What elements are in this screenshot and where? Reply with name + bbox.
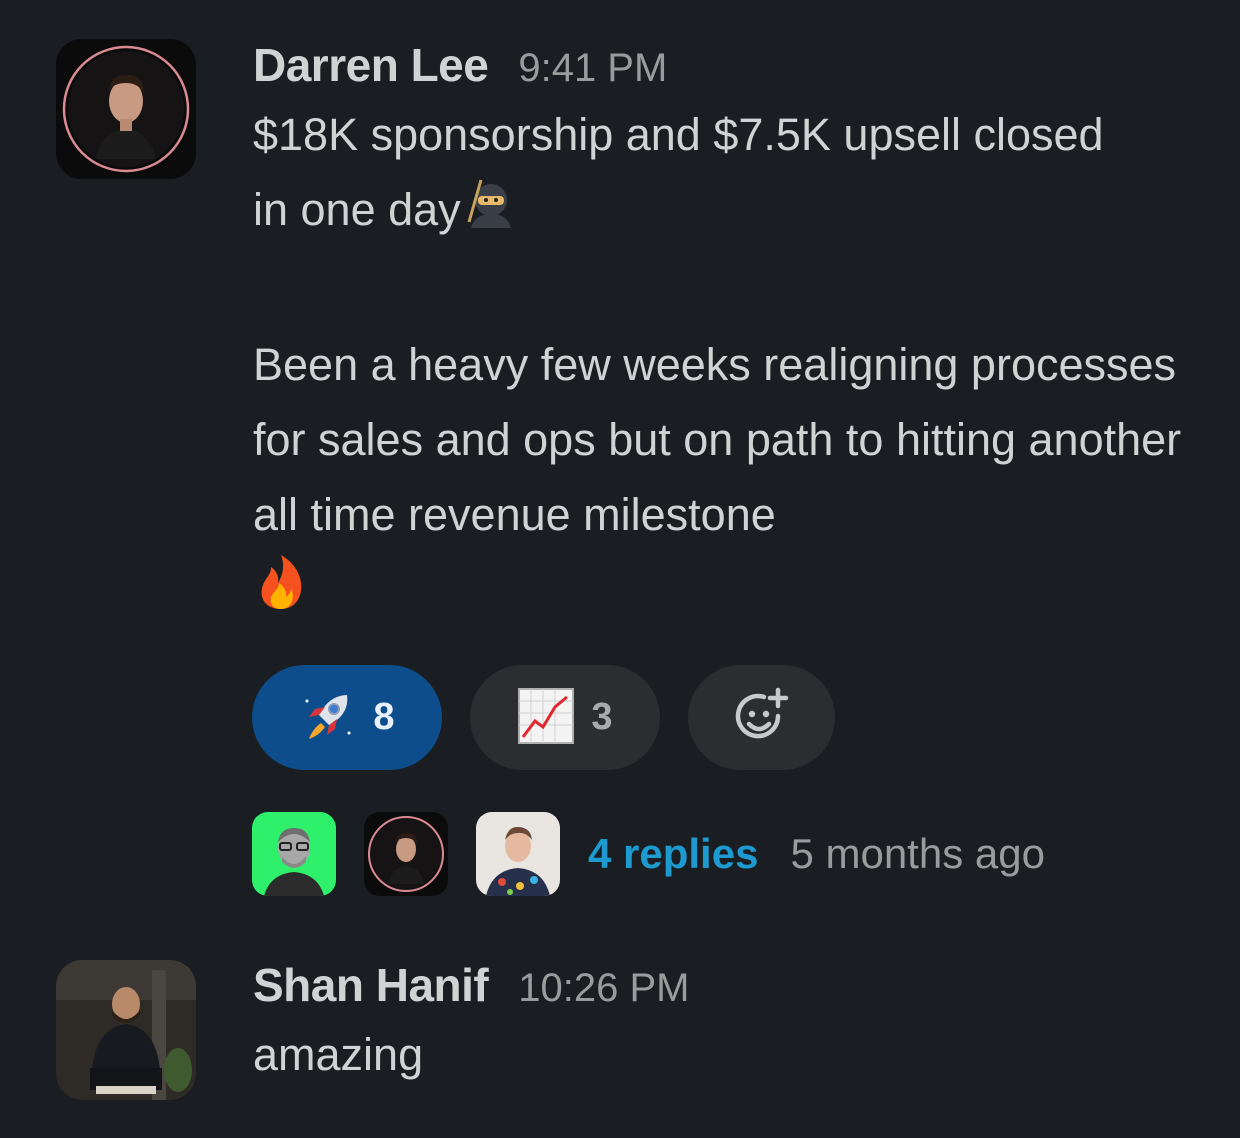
message-line: $18K sponsorship and $7.5K upsell closed	[253, 109, 1104, 160]
avatar[interactable]	[56, 960, 196, 1100]
reaction-count: 8	[373, 696, 395, 738]
message-line: amazing	[253, 1029, 424, 1080]
message-line	[253, 552, 1213, 633]
replies-link[interactable]: 4 replies	[588, 830, 758, 878]
message-header: Darren Lee 9:41 PM	[253, 38, 667, 92]
message-body: amazing	[253, 1017, 1213, 1092]
rocket-emoji-icon	[299, 687, 357, 749]
timestamp[interactable]: 10:26 PM	[518, 966, 689, 1011]
fire-emoji-icon	[253, 553, 309, 633]
reaction-count: 3	[591, 696, 613, 738]
chart-increasing-emoji-icon	[517, 687, 575, 749]
message-paragraph: Been a heavy few weeks realigning proces…	[253, 339, 1182, 541]
reaction-chart[interactable]: 3	[470, 665, 660, 770]
message-body: $18K sponsorship and $7.5K upsell closed…	[253, 97, 1213, 633]
thread-last-reply-time: 5 months ago	[790, 830, 1045, 877]
thread-summary: 4 replies 5 months ago	[252, 812, 1045, 896]
message-darren-lee: Darren Lee 9:41 PM $18K sponsorship and …	[0, 0, 1240, 940]
message-line: in one day	[253, 172, 1213, 252]
author-name[interactable]: Shan Hanif	[253, 958, 489, 1012]
avatar[interactable]	[252, 812, 336, 896]
add-reaction-icon	[732, 686, 792, 750]
message-shan-hanif: Shan Hanif 10:26 PM amazing	[0, 940, 1240, 1138]
message-header: Shan Hanif 10:26 PM	[253, 958, 689, 1012]
add-reaction-button[interactable]	[688, 665, 835, 770]
avatar[interactable]	[476, 812, 560, 896]
reaction-rocket[interactable]: 8	[252, 665, 442, 770]
author-name[interactable]: Darren Lee	[253, 38, 489, 92]
timestamp[interactable]: 9:41 PM	[518, 46, 667, 91]
ninja-emoji-icon	[461, 174, 517, 252]
avatar[interactable]	[56, 39, 196, 179]
avatar[interactable]	[364, 812, 448, 896]
reactions-bar: 8 3	[252, 665, 835, 770]
message-line-text: in one day	[253, 184, 461, 235]
